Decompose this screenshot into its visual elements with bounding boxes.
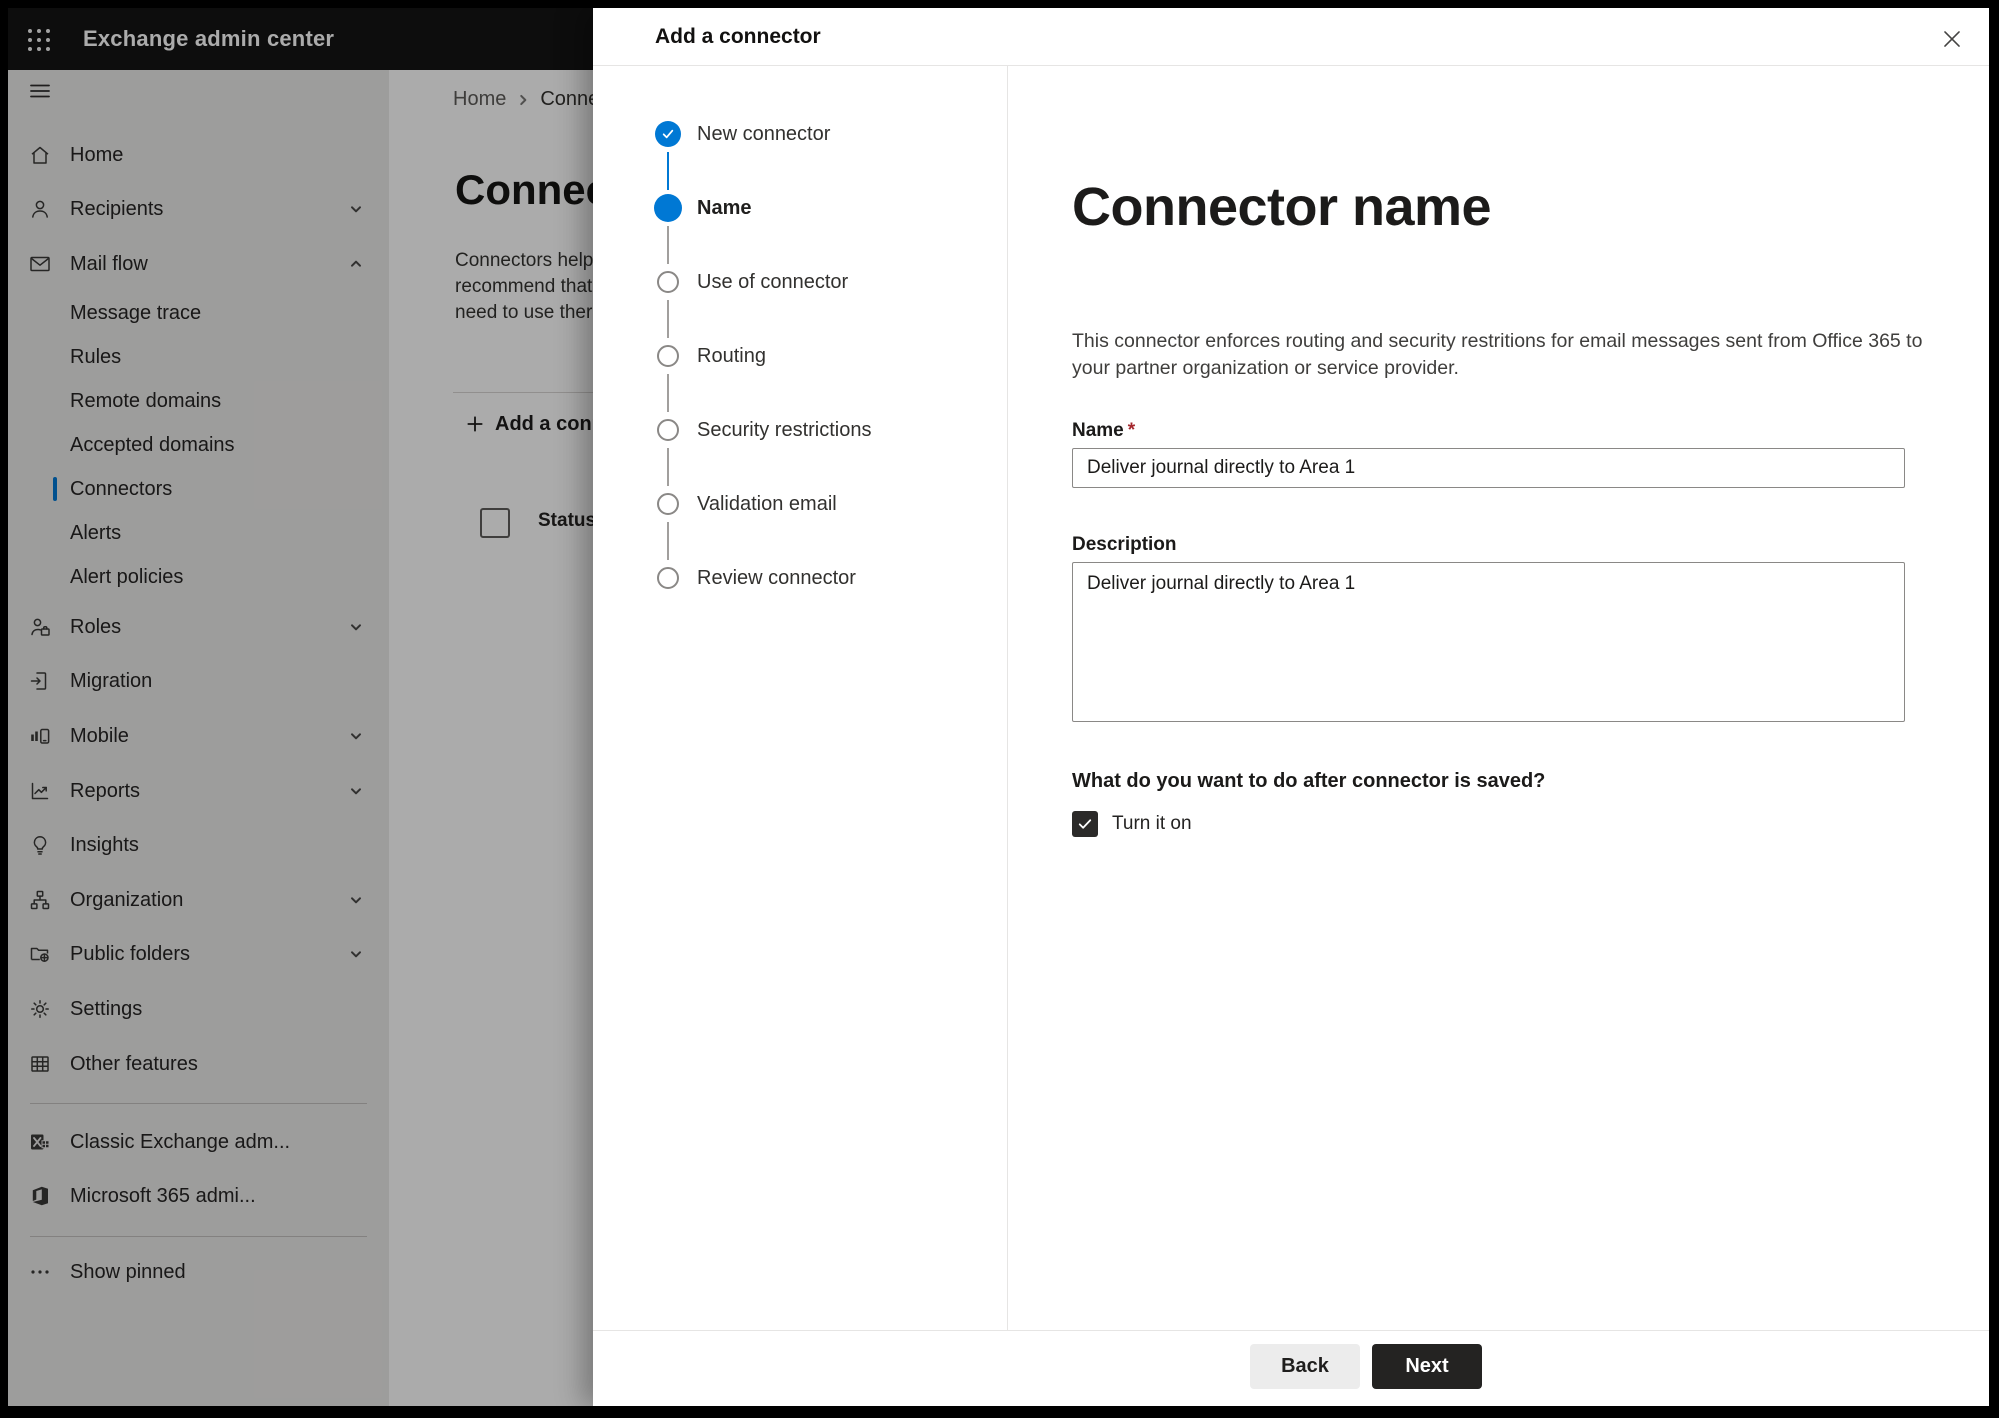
app-screen: Exchange admin center Home Recipients Ma… (8, 8, 1989, 1406)
add-connector-dialog: Add a connector New connector Name Use o… (593, 8, 1989, 1406)
wizard-stepper: New connector Name Use of connector Rout… (593, 65, 1008, 1330)
step-use-of-connector-dot[interactable] (657, 271, 679, 293)
dialog-content: Connector name This connector enforces r… (1007, 65, 1989, 1330)
step-review-connector-dot[interactable] (657, 567, 679, 589)
required-asterisk: * (1127, 420, 1136, 441)
step-validation-email-dot[interactable] (657, 493, 679, 515)
name-field-label: Name * (1072, 420, 1135, 442)
description-field-label: Description (1072, 534, 1177, 555)
step-connector-line (667, 152, 669, 190)
back-button[interactable]: Back (1250, 1344, 1360, 1389)
connector-name-heading: Connector name (1072, 177, 1492, 237)
step-security-restrictions-dot[interactable] (657, 419, 679, 441)
step-label-routing[interactable]: Routing (697, 344, 766, 368)
dialog-footer: Back Next (593, 1330, 1989, 1406)
step-connector-line (667, 374, 669, 412)
step-connector-line (667, 522, 669, 560)
name-label-text: Name (1072, 420, 1124, 441)
step-connector-line (667, 300, 669, 338)
step-label-name[interactable]: Name (697, 196, 751, 220)
next-button[interactable]: Next (1372, 1344, 1482, 1389)
step-new-connector-check-icon[interactable] (655, 121, 681, 147)
close-icon[interactable] (1939, 26, 1965, 52)
turn-it-on-label: Turn it on (1112, 813, 1192, 834)
step-connector-line (667, 448, 669, 486)
step-label-validation-email[interactable]: Validation email (697, 492, 837, 516)
description-textarea[interactable]: Deliver journal directly to Area 1 (1072, 562, 1905, 722)
step-routing-dot[interactable] (657, 345, 679, 367)
after-save-question: What do you want to do after connector i… (1072, 770, 1546, 792)
dialog-title: Add a connector (655, 25, 821, 48)
step-label-use-of-connector[interactable]: Use of connector (697, 270, 848, 294)
step-label-review-connector[interactable]: Review connector (697, 566, 856, 590)
name-input[interactable] (1072, 448, 1905, 488)
step-label-new-connector[interactable]: New connector (697, 122, 830, 146)
step-name-dot[interactable] (654, 194, 682, 222)
turn-it-on-row: Turn it on (1072, 810, 1192, 838)
turn-it-on-checkbox[interactable] (1072, 811, 1098, 837)
dialog-header: Add a connector (593, 8, 1989, 66)
connector-intro-text: This connector enforces routing and secu… (1072, 330, 1923, 379)
step-connector-line (667, 226, 669, 264)
step-label-security-restrictions[interactable]: Security restrictions (697, 418, 872, 442)
